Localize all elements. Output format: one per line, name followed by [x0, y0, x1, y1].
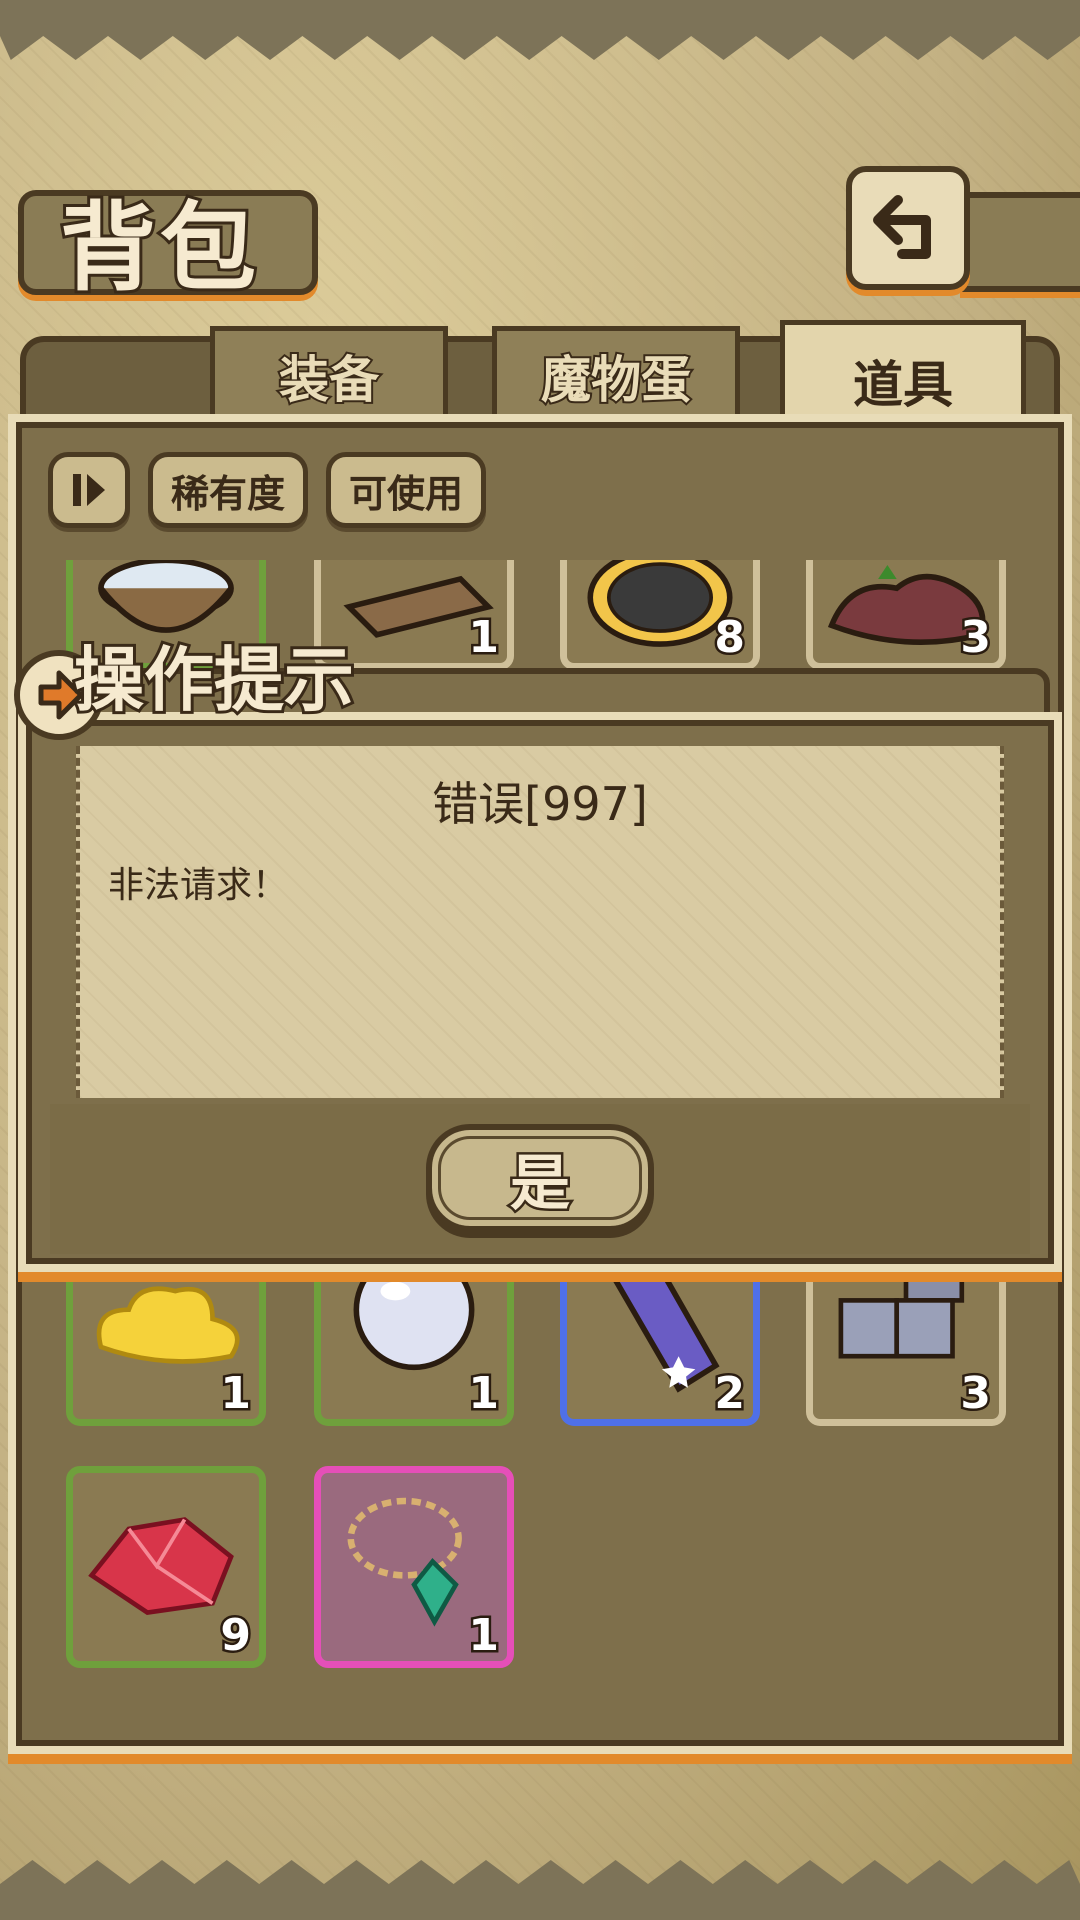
- dialog-message: 非法请求！: [108, 865, 289, 906]
- usable-filter-label: 可使用: [348, 471, 463, 516]
- dialog-title: 操作提示: [71, 636, 357, 724]
- rarity-filter-label: 稀有度: [170, 471, 285, 516]
- item-count: 8: [712, 610, 748, 664]
- tab-equipment-label: 装备: [277, 349, 381, 411]
- tab-equipment[interactable]: 装备: [210, 326, 448, 426]
- usable-filter-button[interactable]: 可使用: [326, 452, 486, 528]
- sort-toggle-button[interactable]: [48, 452, 130, 528]
- tab-monster-egg[interactable]: 魔物蛋: [492, 326, 740, 426]
- item-count: 3: [958, 1366, 994, 1420]
- item-count: 1: [466, 1608, 502, 1662]
- confirm-button-label: 是: [508, 1146, 573, 1221]
- page-title: 背包: [57, 189, 260, 307]
- item-slot[interactable]: 1: [314, 1466, 514, 1668]
- item-slot[interactable]: 8: [560, 560, 760, 670]
- top-border: [0, 0, 1080, 60]
- back-strip: [960, 192, 1080, 292]
- back-arrow-icon: [873, 195, 931, 259]
- tab-monster-egg-label: 魔物蛋: [539, 349, 693, 411]
- confirm-button[interactable]: 是: [426, 1124, 654, 1232]
- item-count: 9: [218, 1608, 254, 1662]
- item-count: 1: [218, 1366, 254, 1420]
- rarity-filter-button[interactable]: 稀有度: [148, 452, 308, 528]
- item-count: 1: [466, 1366, 502, 1420]
- tab-items-label: 道具: [853, 356, 953, 414]
- item-count: 3: [958, 610, 994, 664]
- dialog-error-title: 错误[997]: [432, 777, 648, 831]
- sort-toggle-icon: [73, 474, 105, 506]
- item-count: 2: [712, 1366, 748, 1420]
- back-button[interactable]: [846, 166, 970, 290]
- item-count: 1: [466, 610, 502, 664]
- item-slot[interactable]: 9: [66, 1466, 266, 1668]
- item-slot[interactable]: 3: [806, 560, 1006, 670]
- bottom-border: [0, 1860, 1080, 1920]
